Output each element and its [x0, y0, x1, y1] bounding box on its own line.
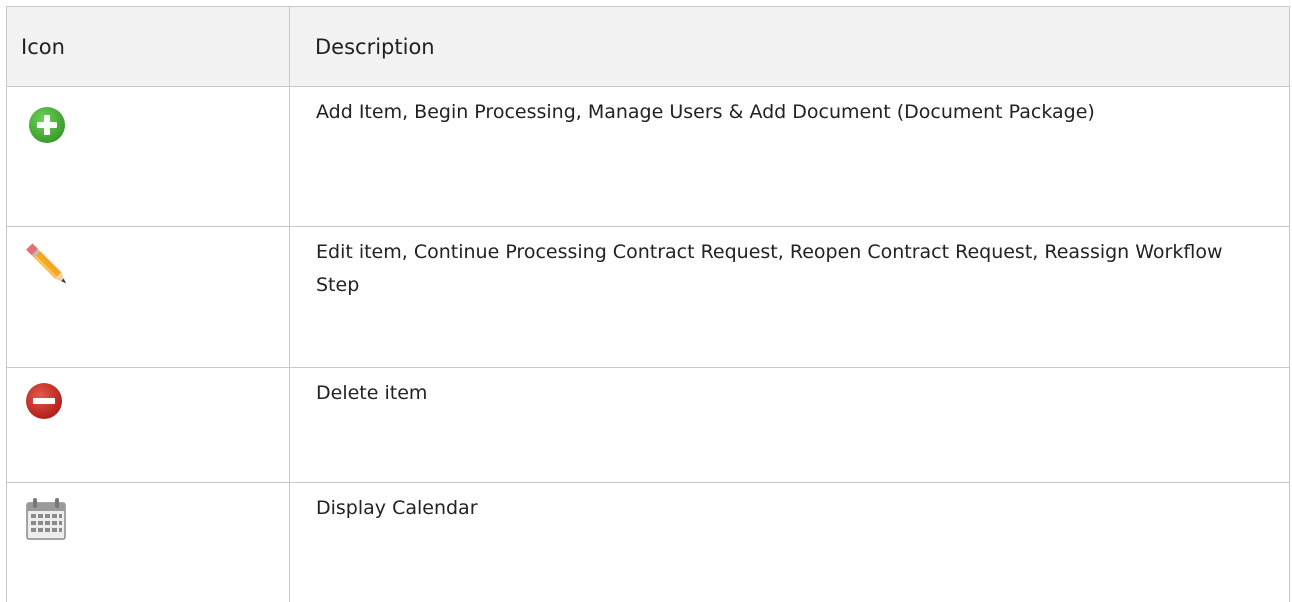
pencil-icon — [23, 241, 73, 291]
minus-circle-red-icon — [19, 376, 69, 426]
icon-cell — [7, 87, 290, 227]
description-cell: Add Item, Begin Processing, Manage Users… — [290, 87, 1290, 227]
calendar-icon — [21, 493, 71, 543]
icon-cell — [7, 483, 290, 602]
table-row: Delete item — [7, 368, 1290, 483]
description-cell: Edit item, Continue Processing Contract … — [290, 227, 1290, 368]
description-cell: Delete item — [290, 368, 1290, 483]
plus-circle-green-icon — [22, 100, 72, 150]
header-description: Description — [290, 7, 1290, 87]
description-cell: Display Calendar — [290, 483, 1290, 602]
icon-cell — [7, 227, 290, 368]
table-row: Add Item, Begin Processing, Manage Users… — [7, 87, 1290, 227]
table-row: Display Calendar — [7, 483, 1290, 602]
icon-cell — [7, 368, 290, 483]
table-header-row: Icon Description — [7, 7, 1290, 87]
table-row: Edit item, Continue Processing Contract … — [7, 227, 1290, 368]
icon-legend-table: Icon Description Add Item, Begin Process… — [6, 6, 1290, 602]
header-icon: Icon — [7, 7, 290, 87]
